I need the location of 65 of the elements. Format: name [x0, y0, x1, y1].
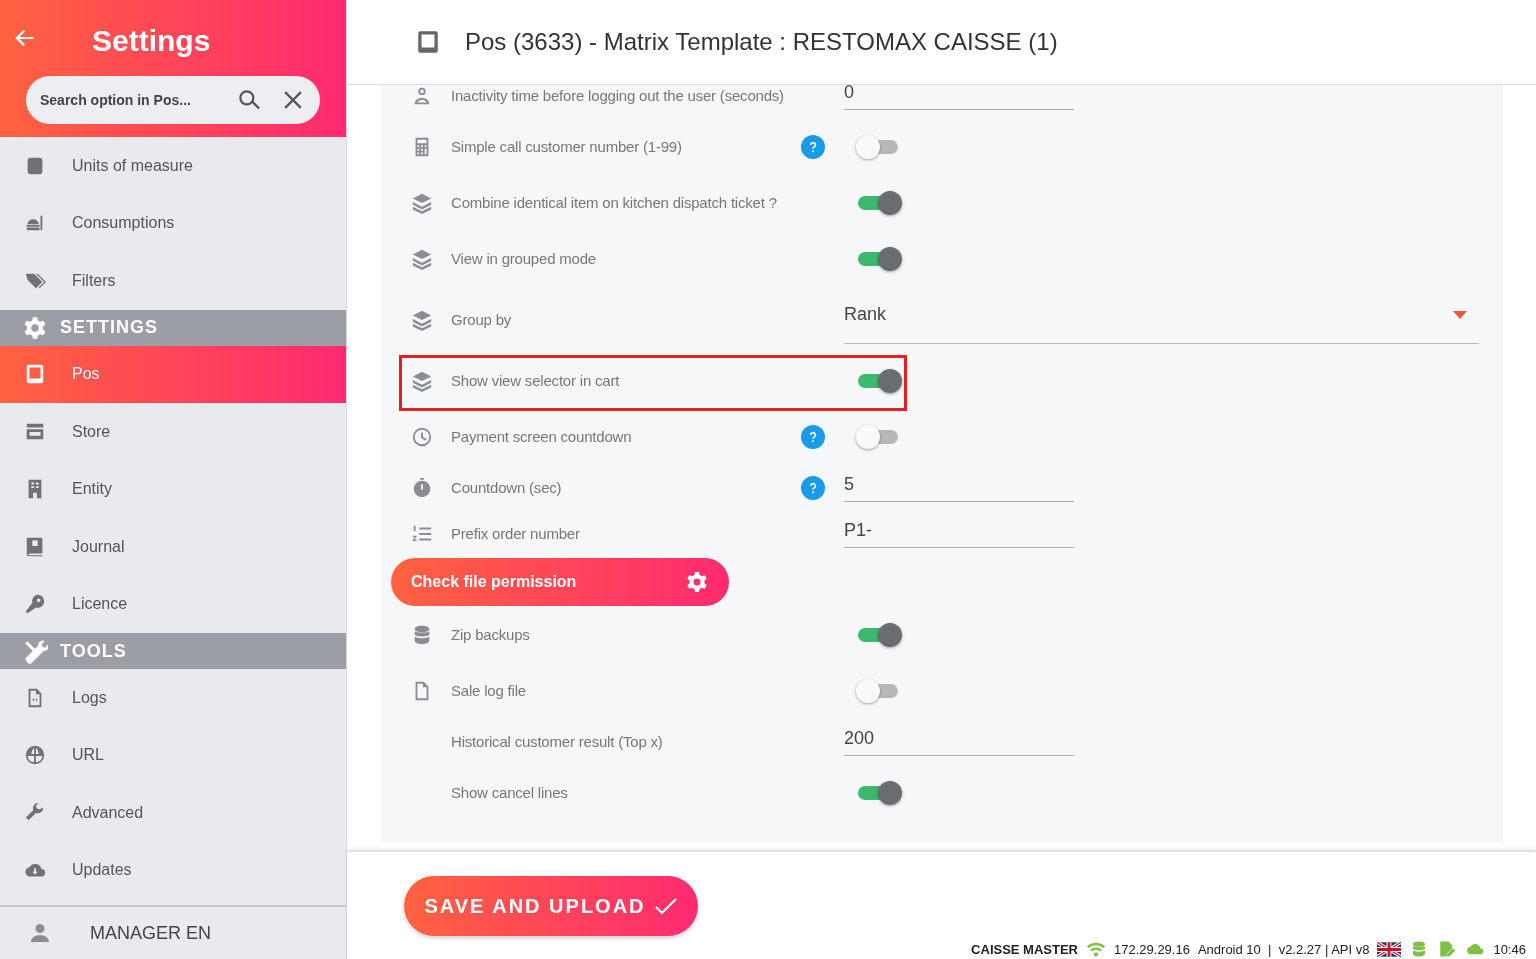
globe-icon — [24, 744, 46, 767]
layers-icon — [411, 370, 433, 392]
input-field[interactable]: P1- — [844, 520, 1074, 548]
search-field[interactable]: Search option in Pos... — [38, 91, 218, 109]
sidebar-item[interactable]: Journal — [0, 518, 346, 576]
sidebar-item[interactable]: Consumptions — [0, 194, 346, 252]
sidebar-item[interactable]: Advanced — [0, 784, 346, 842]
sidebar-item[interactable]: Licence — [0, 575, 346, 633]
gear-icon — [685, 570, 709, 594]
app-name: CAISSE MASTER — [971, 941, 1078, 957]
setting-label: Countdown (sec) — [451, 478, 563, 498]
clock-icon — [411, 426, 433, 448]
version-info: Android 10 | v2.2.27 | API v8 — [1197, 941, 1370, 957]
tools-icon — [22, 638, 48, 664]
sidebar-item[interactable]: Logs — [0, 669, 346, 727]
document-edit-icon — [1437, 940, 1458, 958]
toggle-switch[interactable] — [856, 623, 902, 647]
setting-label: Payment screen countdown — [451, 427, 633, 447]
save-button[interactable]: SAVE AND UPLOAD — [404, 876, 698, 936]
layers-icon — [411, 248, 433, 270]
sidebar-item[interactable]: URL — [0, 726, 346, 784]
sidebar-item[interactable]: Entity — [0, 460, 346, 518]
clock-time: 10:46 — [1493, 941, 1526, 957]
setting-label: Prefix order number — [451, 524, 581, 544]
gear-icon — [22, 314, 48, 341]
layers-icon — [411, 192, 433, 214]
dropdown-caret-icon — [1453, 310, 1467, 319]
toggle-switch[interactable] — [856, 369, 902, 393]
setting-label: Combine identical item on kitchen dispatch ticket ? — [451, 193, 778, 213]
sidebar-item[interactable]: Updates — [0, 841, 346, 899]
help-icon[interactable] — [801, 476, 825, 500]
setting-label: View in grouped mode — [451, 249, 597, 269]
section-title: TOOLS — [60, 640, 127, 662]
user-name: MANAGER EN — [90, 922, 212, 944]
page-title: Pos (3633) - Matrix Template : RESTOMAX CAISSE (1) — [465, 28, 1058, 56]
setting-label: Sale log file — [451, 681, 527, 701]
input-field[interactable]: 200 — [844, 728, 1074, 756]
help-icon[interactable] — [801, 425, 825, 449]
wifi-icon — [1086, 940, 1106, 958]
setting-label: Simple call customer number (1-99) — [451, 137, 683, 157]
help-icon[interactable] — [801, 135, 825, 159]
tablet-icon — [24, 363, 46, 386]
input-field[interactable]: 5 — [844, 474, 1074, 502]
setting-label: Show view selector in cart — [451, 371, 621, 391]
dropdown[interactable]: Rank — [844, 296, 1479, 344]
setting-label: Zip backups — [451, 625, 531, 645]
setting-label: Group by — [451, 310, 513, 330]
toggle-switch[interactable] — [856, 247, 902, 271]
sidebar-title: Settings — [92, 24, 211, 58]
tablet-icon — [415, 29, 441, 55]
input-field[interactable]: 0 — [844, 85, 1074, 110]
ip-address: 172.29.29.16 — [1114, 941, 1190, 957]
setting-label: Show cancel lines — [451, 783, 569, 803]
sidebar-item[interactable]: Store — [0, 403, 346, 461]
toggle-switch[interactable] — [856, 781, 902, 805]
layers-icon — [411, 309, 433, 331]
toggle-switch[interactable] — [856, 191, 902, 215]
section-title: SETTINGS — [60, 317, 158, 338]
user-icon — [28, 921, 52, 945]
setting-label: Historical customer result (Top x) — [451, 732, 664, 752]
stopwatch-icon — [411, 477, 433, 499]
sidebar-item[interactable]: Units of measure — [0, 137, 346, 195]
setting-label: Inactivity time before logging out the user (seconds) — [451, 86, 785, 106]
sidebar-item[interactable]: Filters — [0, 252, 346, 310]
key-icon — [24, 593, 46, 616]
